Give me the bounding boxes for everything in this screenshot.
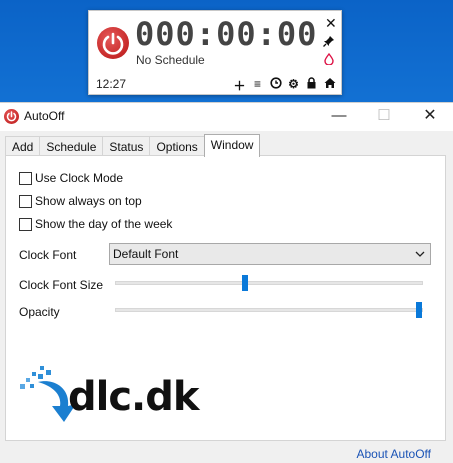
checkbox-box[interactable] (19, 171, 32, 185)
autooff-window: AutoOff — ☐ ✕ Add Schedule Status Option… (0, 102, 453, 463)
power-icon[interactable] (97, 27, 129, 59)
checkbox-label: Show always on top (35, 194, 142, 208)
slider-thumb[interactable] (416, 302, 422, 318)
home-icon[interactable] (323, 77, 336, 94)
show-always-on-top-checkbox[interactable]: Show always on top (19, 194, 142, 208)
use-clock-mode-checkbox[interactable]: Use Clock Mode (19, 171, 123, 185)
clock-font-size-slider[interactable] (115, 275, 423, 291)
tab-schedule[interactable]: Schedule (39, 136, 104, 157)
tab-options[interactable]: Options (149, 136, 205, 157)
widget-toolbar: ＋ ≡ ⚙ (233, 77, 336, 94)
checkbox-label: Use Clock Mode (35, 171, 124, 185)
tab-strip: Add Schedule Status Options Window (5, 134, 261, 157)
window-tab-panel: Use Clock Mode Show always on top Show t… (5, 155, 446, 441)
tab-window[interactable]: Window (203, 134, 261, 157)
tab-status[interactable]: Status (102, 136, 151, 157)
minimize-button[interactable]: — (316, 103, 362, 131)
tab-add[interactable]: Add (5, 136, 41, 157)
clock-icon[interactable] (269, 77, 282, 94)
slider-thumb[interactable] (241, 275, 248, 291)
about-link[interactable]: About AutoOff (356, 447, 431, 461)
title-bar[interactable]: AutoOff — ☐ ✕ (0, 103, 453, 131)
window-client-area: Add Schedule Status Options Window Use C… (0, 131, 453, 463)
pin-icon[interactable] (321, 35, 337, 50)
clock-widget: 000:00:00 No Schedule 12:27 ✕ ＋ ≡ ⚙ (88, 10, 342, 95)
dlc-logo: dlc.dk (18, 364, 208, 440)
gear-icon[interactable]: ⚙ (287, 77, 300, 94)
checkbox-box[interactable] (19, 194, 32, 208)
clock-font-label: Clock Font (19, 248, 77, 262)
watermark-text: dlc.dk (68, 374, 199, 420)
show-day-of-week-checkbox[interactable]: Show the day of the week (19, 217, 172, 231)
app-power-icon (4, 109, 19, 124)
countdown-timer: 000:00:00 (135, 15, 318, 53)
clock-font-size-label: Clock Font Size (19, 278, 104, 292)
schedule-status: No Schedule (136, 53, 205, 67)
clock-font-dropdown[interactable]: Default Font (109, 243, 431, 265)
clock-time: 12:27 (96, 77, 127, 91)
chevron-down-icon (414, 245, 426, 266)
drop-icon[interactable] (321, 52, 337, 68)
menu-icon[interactable]: ≡ (251, 77, 264, 94)
lock-icon[interactable] (305, 77, 318, 94)
checkbox-box[interactable] (19, 217, 32, 231)
opacity-label: Opacity (19, 305, 60, 319)
window-title: AutoOff (24, 109, 65, 123)
close-icon[interactable]: ✕ (325, 15, 337, 32)
close-button[interactable]: ✕ (407, 103, 453, 131)
checkbox-label: Show the day of the week (35, 217, 173, 231)
opacity-slider[interactable] (115, 302, 423, 318)
maximize-button[interactable]: ☐ (361, 103, 407, 131)
plus-icon[interactable]: ＋ (233, 77, 246, 94)
clock-font-value: Default Font (113, 247, 179, 261)
